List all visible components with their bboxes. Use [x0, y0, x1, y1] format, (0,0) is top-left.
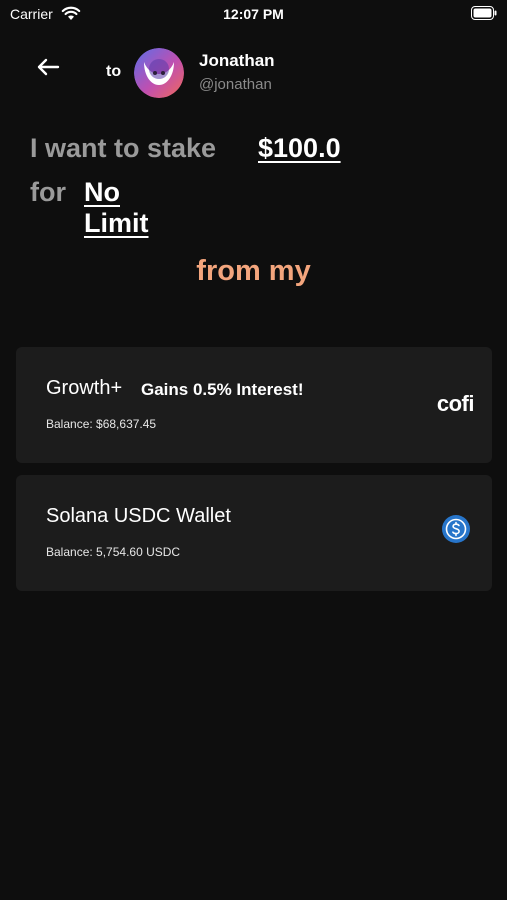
usdc-icon — [442, 515, 470, 543]
avatar[interactable] — [134, 48, 184, 98]
account-balance: Balance: 5,754.60 USDC — [46, 545, 181, 559]
account-title: Solana USDC Wallet — [46, 505, 231, 527]
cofi-logo: cofi — [436, 391, 475, 416]
recipient-handle: @jonathan — [199, 76, 272, 93]
stake-amount-line: I want to stake $100.0 — [30, 133, 341, 164]
account-title: Growth+ — [46, 377, 123, 399]
account-card-growth[interactable]: Growth+ Gains 0.5% Interest! Balance: $6… — [16, 347, 492, 463]
avatar-moon-icon — [134, 48, 184, 98]
to-label: to — [106, 63, 122, 80]
account-balance: Balance: $68,637.45 — [46, 417, 157, 431]
battery-icon — [471, 6, 497, 20]
back-arrow-icon[interactable] — [36, 58, 60, 76]
stake-duration-line: for No Limit — [30, 177, 149, 238]
stake-amount[interactable]: $100.0 — [258, 133, 341, 164]
account-card-usdc[interactable]: Solana USDC Wallet Balance: 5,754.60 USD… — [16, 475, 492, 591]
status-bar: Carrier 12:07 PM — [0, 0, 507, 28]
interest-tag: Gains 0.5% Interest! — [141, 380, 304, 399]
status-time: 12:07 PM — [223, 6, 284, 22]
stake-prefix: I want to stake — [30, 133, 217, 163]
for-label: for — [30, 177, 66, 207]
recipient-name: Jonathan — [199, 51, 275, 70]
stake-duration[interactable]: No Limit — [84, 177, 149, 239]
from-my-heading: from my — [196, 255, 311, 287]
